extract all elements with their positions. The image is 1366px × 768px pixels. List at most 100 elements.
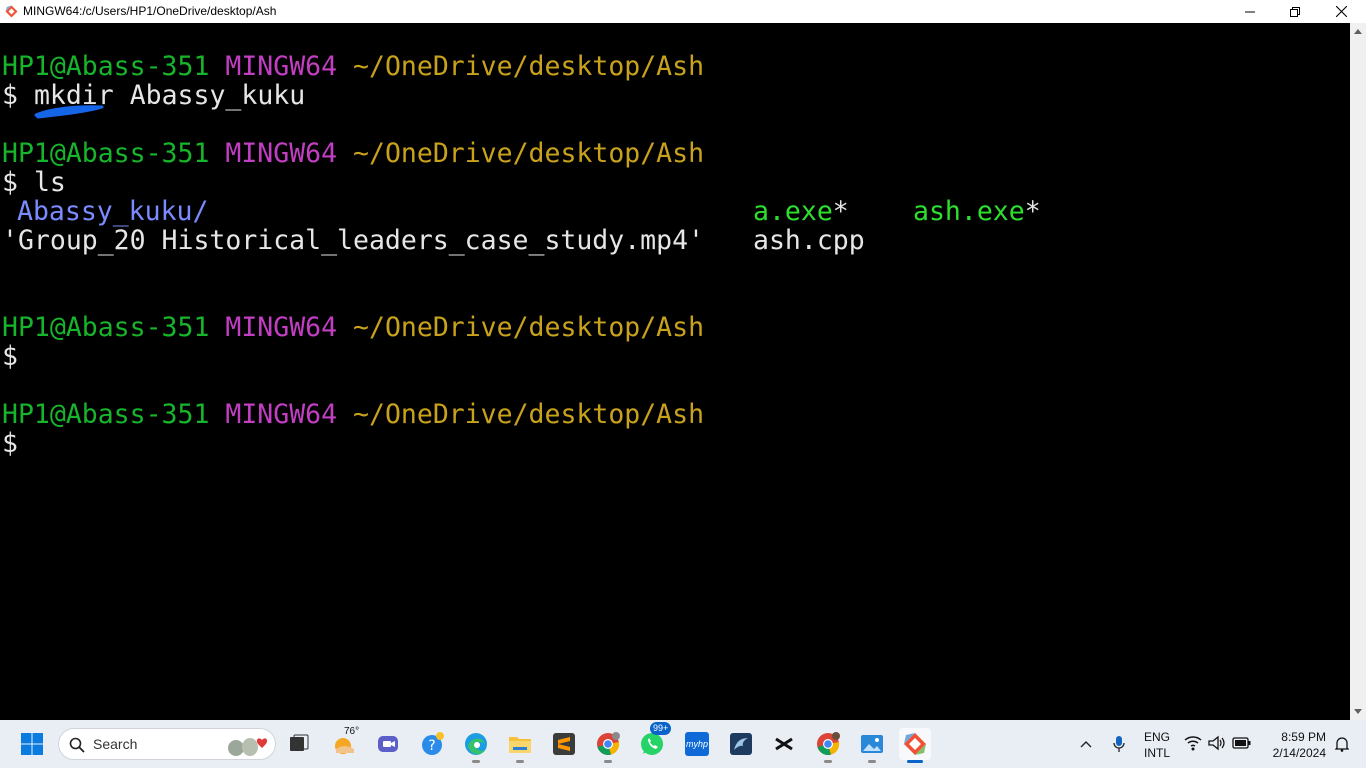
user-host: HP1@Abass-351	[2, 51, 210, 82]
active-indicator	[907, 760, 923, 763]
mysql-workbench-icon	[730, 733, 752, 755]
search-placeholder: Search	[93, 736, 138, 752]
capcut-button[interactable]	[768, 728, 800, 760]
shell-name: MINGW64	[225, 138, 338, 169]
teams-meet-icon	[378, 736, 398, 752]
whatsapp-button[interactable]: 99+	[636, 722, 672, 760]
minimize-button[interactable]	[1227, 0, 1273, 23]
language-indicator[interactable]: ENG INTL	[1138, 728, 1176, 760]
notifications-button[interactable]	[1332, 728, 1352, 760]
show-hidden-icons-button[interactable]	[1073, 728, 1099, 760]
clock[interactable]: 8:59 PM 2/14/2024	[1262, 728, 1332, 760]
git-bash-icon	[904, 733, 926, 755]
shell-name: MINGW64	[225, 51, 338, 82]
running-indicator	[604, 760, 612, 763]
user-host: HP1@Abass-351	[2, 399, 210, 430]
notification-bell-icon	[1335, 737, 1349, 752]
scroll-up-icon[interactable]	[1354, 29, 1362, 34]
clock-date: 2/14/2024	[1272, 746, 1326, 760]
sublime-text-button[interactable]	[548, 728, 580, 760]
ls-executable-entry: a.exe*	[753, 197, 849, 226]
command-word: ls	[33, 167, 66, 198]
wifi-icon	[1184, 736, 1202, 751]
prompt-header: HP1@Abass-351 MINGW64 ~/OneDrive/desktop…	[2, 313, 704, 342]
running-indicator	[516, 760, 524, 763]
search-icon	[69, 737, 85, 753]
myhp-icon: myhp	[685, 732, 709, 756]
shell-name: MINGW64	[225, 399, 338, 430]
running-indicator	[868, 760, 876, 763]
command-line: $	[2, 429, 18, 458]
ls-file-entry: ash.cpp	[753, 225, 865, 256]
edge-button[interactable]	[460, 728, 492, 763]
myhp-button[interactable]: myhp	[681, 728, 713, 760]
windows-start-icon	[21, 733, 43, 755]
vertical-scrollbar[interactable]	[1350, 23, 1366, 720]
get-help-button[interactable]: ?	[417, 728, 449, 760]
battery-icon	[1232, 737, 1251, 749]
close-icon	[1335, 6, 1347, 17]
taskbar-search-box[interactable]: Search	[58, 728, 276, 760]
photos-button[interactable]	[856, 728, 888, 763]
exe-marker: *	[1024, 196, 1041, 227]
chrome-icon	[597, 732, 620, 755]
exe-marker: *	[832, 196, 849, 227]
start-button[interactable]	[16, 728, 48, 760]
task-view-button[interactable]	[283, 728, 315, 760]
keyboard-layout: INTL	[1143, 746, 1170, 760]
edge-icon	[465, 733, 487, 755]
help-icon: ?	[422, 732, 444, 755]
pen-annotation	[34, 105, 104, 119]
user-host: HP1@Abass-351	[2, 138, 210, 169]
mysql-workbench-button[interactable]	[725, 728, 757, 760]
network-volume-battery[interactable]	[1182, 732, 1254, 756]
terminal-output[interactable]: HP1@Abass-351 MINGW64 ~/OneDrive/desktop…	[0, 23, 1350, 720]
microphone-icon	[1113, 736, 1125, 752]
current-path: ~/OneDrive/desktop/Ash	[353, 312, 705, 343]
search-highlight-icon	[228, 738, 268, 756]
user-host: HP1@Abass-351	[2, 312, 210, 343]
prompt-header: HP1@Abass-351 MINGW64 ~/OneDrive/desktop…	[2, 400, 704, 429]
exe-name: a.exe	[753, 196, 833, 227]
command-line: $	[2, 342, 18, 371]
current-path: ~/OneDrive/desktop/Ash	[353, 399, 705, 430]
command-args: Abassy_kuku	[129, 80, 306, 111]
restore-button[interactable]	[1272, 0, 1318, 23]
file-explorer-icon	[509, 737, 531, 753]
clock-time: 8:59 PM	[1281, 730, 1326, 744]
git-bash-app-icon	[5, 5, 18, 18]
title-bar: MINGW64:/c/Users/HP1/OneDrive/desktop/As…	[0, 0, 1366, 23]
capcut-icon	[775, 737, 793, 751]
shell-name: MINGW64	[225, 312, 338, 343]
current-path: ~/OneDrive/desktop/Ash	[353, 138, 705, 169]
chrome-profile-button[interactable]	[812, 728, 844, 763]
file-explorer-button[interactable]	[504, 728, 536, 763]
teams-button[interactable]	[372, 728, 404, 760]
restore-icon	[1290, 6, 1300, 17]
volume-icon	[1208, 735, 1225, 751]
current-path: ~/OneDrive/desktop/Ash	[353, 51, 705, 82]
scroll-down-icon[interactable]	[1354, 709, 1362, 714]
language-code: ENG	[1143, 730, 1170, 744]
command-line: $ ls	[2, 168, 66, 197]
task-view-icon	[290, 734, 309, 751]
ls-directory-entry: Abassy_kuku/	[17, 196, 209, 227]
weather-button[interactable]: 76°	[329, 726, 361, 760]
running-indicator	[824, 760, 832, 763]
chevron-up-icon	[1080, 741, 1092, 748]
ls-file-entry: 'Group_20 Historical_leaders_case_study.…	[2, 225, 704, 256]
chrome-button[interactable]	[592, 728, 624, 763]
taskbar: Search 76° ? 99+ myhp ENG INTL 8:59 PM 2…	[0, 720, 1366, 768]
prompt-symbol: $	[2, 341, 18, 372]
git-bash-button[interactable]	[899, 728, 931, 763]
microphone-button[interactable]	[1106, 728, 1132, 760]
prompt-header: HP1@Abass-351 MINGW64 ~/OneDrive/desktop…	[2, 52, 704, 81]
prompt-symbol: $	[2, 428, 18, 459]
prompt-symbol: $	[2, 80, 18, 111]
prompt-header: HP1@Abass-351 MINGW64 ~/OneDrive/desktop…	[2, 139, 704, 168]
ls-executable-entry: ash.exe*	[913, 197, 1041, 226]
close-button[interactable]	[1318, 0, 1364, 23]
weather-temp: 76°	[344, 726, 360, 737]
minimize-icon	[1245, 11, 1255, 12]
photos-icon	[861, 735, 883, 753]
